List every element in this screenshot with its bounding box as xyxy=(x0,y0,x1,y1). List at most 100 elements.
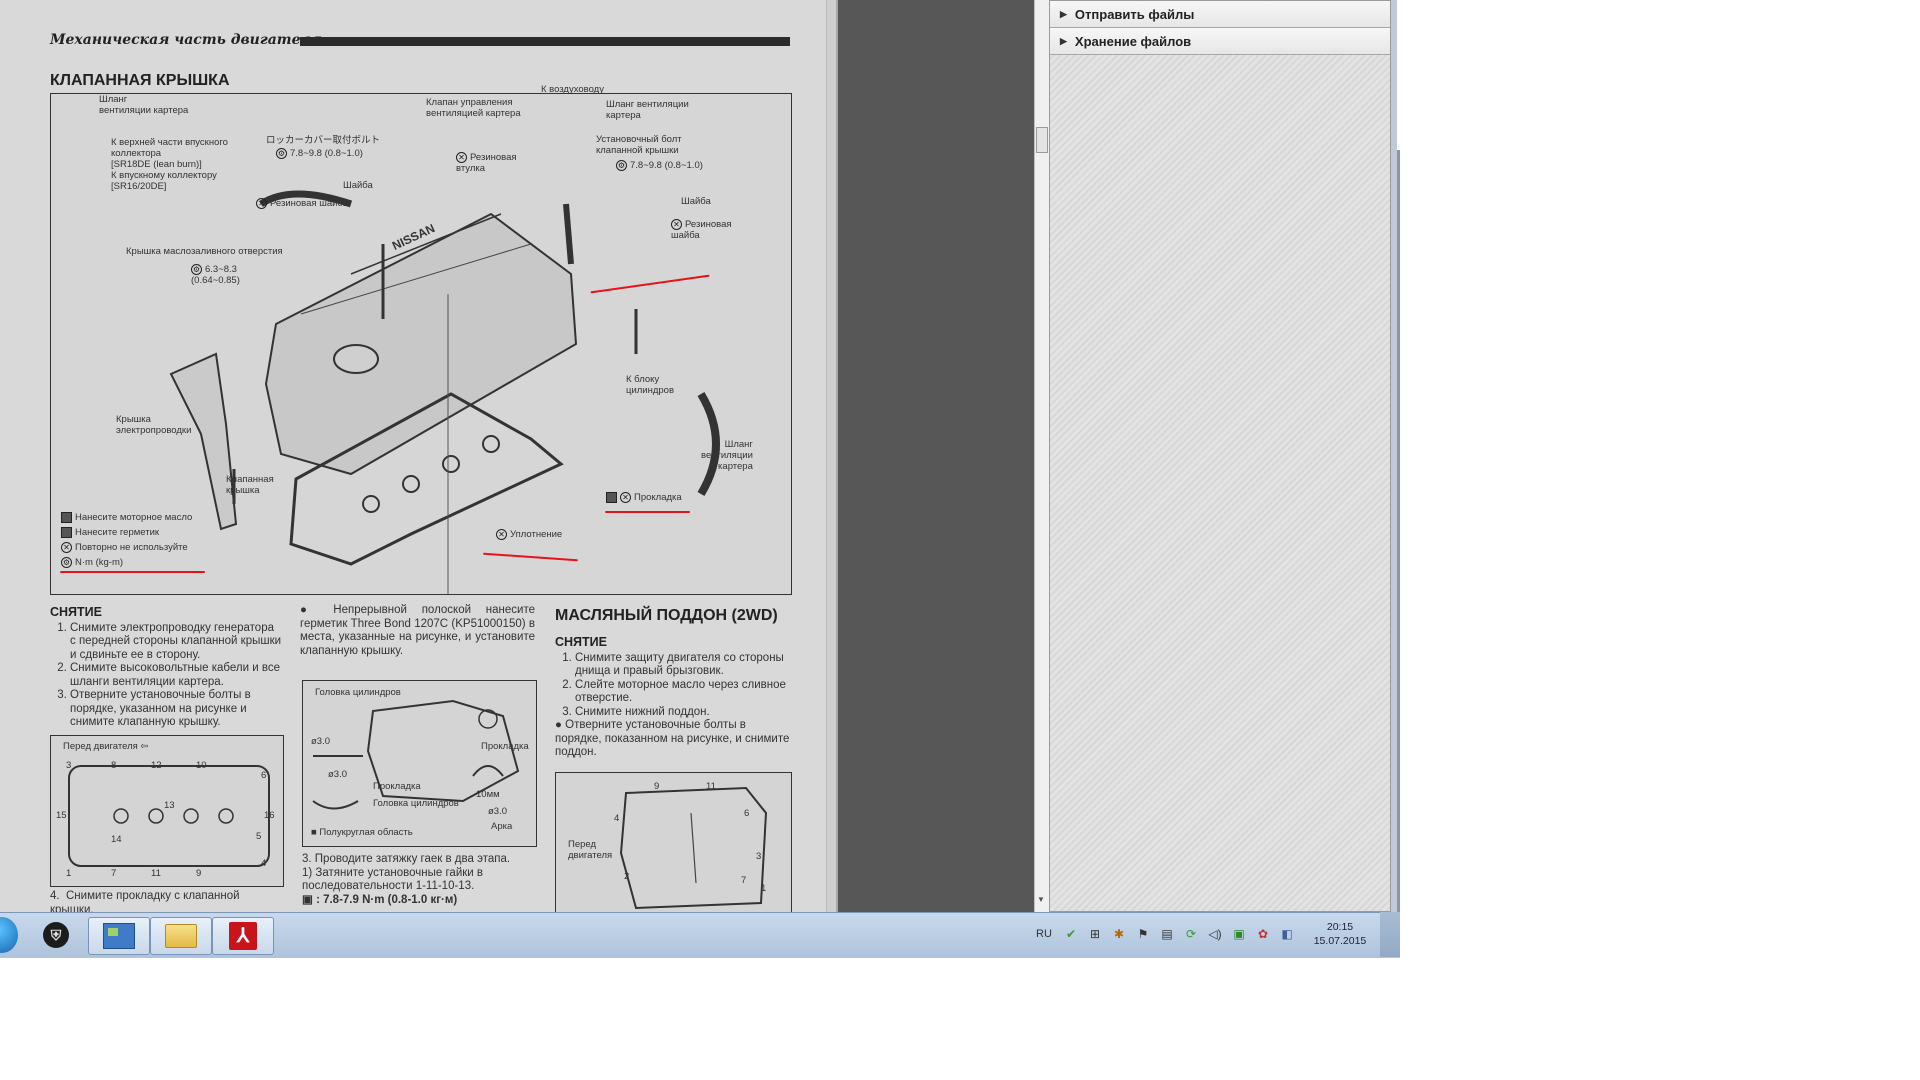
start-button[interactable] xyxy=(0,917,18,953)
bolt-order-diagram: Перед двигателя ⇦ 3 8 12 10 6 1 7 11 9 4… xyxy=(50,735,284,887)
flag-icon[interactable]: ⚑ xyxy=(1135,926,1151,942)
removal-step-4: 4. Снимите прокладку с клапанной крышки. xyxy=(50,890,240,912)
do-not-reuse-icon: ✕ xyxy=(496,529,507,540)
oil-pan-removal: СНЯТИЕ Снимите защиту двигателя со сторо… xyxy=(555,635,790,760)
scanned-document-page: Механическая часть двигателя КЛАПАННАЯ К… xyxy=(0,0,826,912)
taskbar-app-world-of-tanks[interactable]: ⛨ xyxy=(26,917,86,953)
viewer-background xyxy=(838,0,1034,912)
pan-bolt-number: 1 xyxy=(761,883,767,894)
bolt-order-drawing xyxy=(68,765,270,867)
expand-arrow-icon[interactable]: ▶ xyxy=(1060,9,1067,20)
red-underline-do-not-reuse xyxy=(60,571,205,573)
gpu-icon[interactable]: ▣ xyxy=(1231,926,1247,942)
label-arc: Арка xyxy=(491,821,513,832)
expand-arrow-icon[interactable]: ▶ xyxy=(1060,36,1067,47)
label-harness-cover: Крышка электропроводки xyxy=(116,414,192,436)
tools-icon[interactable]: ✱ xyxy=(1111,926,1127,942)
pan-bolt-number: 2 xyxy=(624,871,630,882)
taskbar-app-file-explorer[interactable] xyxy=(150,917,212,955)
legend-torque-units: ⚙ N·m (kg-m) xyxy=(61,557,124,569)
label-gasket-bottom: Прокладка xyxy=(373,781,421,792)
page-title: КЛАПАННАЯ КРЫШКА xyxy=(50,72,230,89)
pan-bolt-number: 3 xyxy=(756,851,762,862)
panel-item-send-files[interactable]: ▶ Отправить файлы xyxy=(1050,1,1390,28)
dim-c: ø3.0 xyxy=(488,806,508,817)
bolt-number: 4 xyxy=(261,858,267,869)
torque-icon: ⚙ xyxy=(61,557,72,568)
label-hose-top: Шланг вентиляции картера xyxy=(99,94,189,116)
tank-game-icon: ⛨ xyxy=(43,922,69,948)
bolt-number: 5 xyxy=(256,831,262,842)
valve-cover-diagram: Шланг вентиляции картера К верхней части… xyxy=(50,84,792,595)
red-underline-gasket xyxy=(605,511,690,513)
bolt-number: 15 xyxy=(56,810,67,821)
label-hose-right: Шланг вентиляции картера xyxy=(606,99,689,121)
label-gasket-right: Прокладка xyxy=(481,741,529,752)
torque-left: ⚙ 7.8~9.8 (0.8~1.0) xyxy=(276,148,363,160)
tightening-torque: ▣ : 7.8-7.9 N·m (0.8-1.0 кг·м) xyxy=(302,893,458,906)
sealant-diagram: Головка цилиндров Прокладка Прокладка Го… xyxy=(302,680,537,847)
torque-icon: ⚙ xyxy=(191,264,202,275)
pdf-icon: ⅄ xyxy=(229,922,257,950)
language-indicator[interactable]: RU xyxy=(1036,928,1052,940)
windows-icon[interactable]: ⊞ xyxy=(1087,926,1103,942)
bolt-number: 3 xyxy=(66,760,72,771)
pan-bolt-number: 4 xyxy=(614,813,620,824)
label-to-air-duct: К воздуховоду xyxy=(541,84,604,95)
label-rubber-washer-left: ✕ Резиновая шайба xyxy=(256,198,348,209)
clock-date: 15.07.2015 xyxy=(1313,935,1367,947)
label-rubber-washer-right: ✕ Резиновая шайба xyxy=(671,219,732,242)
label-mount-bolt: Установочный болт клапанной крышки xyxy=(596,134,682,156)
label-valve-cover: Клапанная крышка xyxy=(226,474,274,496)
taskbar-app-control-panel[interactable] xyxy=(88,917,150,955)
clock-time: 20:15 xyxy=(1326,921,1354,933)
bolt-number: 14 xyxy=(111,834,122,845)
do-not-reuse-icon: ✕ xyxy=(61,542,72,553)
oil-pan-title: МАСЛЯНЫЙ ПОДДОН (2WD) xyxy=(555,607,778,624)
sealant-icon xyxy=(61,527,72,538)
taskbar-app-adobe-reader[interactable]: ⅄ xyxy=(212,917,274,955)
label-oil-filler-cap: Крышка маслозаливного отверстия xyxy=(126,246,283,257)
oil-pan-bullet: ● Отверните установочные болты в порядке… xyxy=(555,719,790,758)
bolt-number: 6 xyxy=(261,770,267,781)
label-rubber-bushing: ✕ Резиновая втулка xyxy=(456,152,517,175)
torque-icon: ⚙ xyxy=(276,148,287,159)
bolt-number: 8 xyxy=(111,760,117,771)
scrollbar-thumb[interactable] xyxy=(1036,127,1048,153)
app-tray-icon[interactable]: ◧ xyxy=(1279,926,1295,942)
panel-item-label: Хранение файлов xyxy=(1074,33,1192,49)
torque-right: ⚙ 7.8~9.8 (0.8~1.0) xyxy=(616,160,703,172)
shield-icon[interactable]: ✔ xyxy=(1063,926,1079,942)
show-desktop-button[interactable] xyxy=(1380,912,1400,957)
network-icon[interactable]: ▤ xyxy=(1159,926,1175,942)
bolt-number: 16 xyxy=(264,810,275,821)
bolt-number: 7 xyxy=(111,868,117,879)
system-clock[interactable]: 20:15 15.07.2015 xyxy=(1310,920,1370,948)
header-bar xyxy=(300,37,790,46)
label-hose-bottom: Шланг вентиляции картера xyxy=(701,439,753,472)
pan-bolt-number: 11 xyxy=(706,781,716,792)
panel-item-file-storage[interactable]: ▶ Хранение файлов xyxy=(1050,28,1390,55)
removal-step: Отверните установочные болты в порядке, … xyxy=(70,689,282,730)
tightening-steps: 3. Проводите затяжку гаек в два этапа. 1… xyxy=(302,853,542,907)
volume-icon[interactable]: ◁) xyxy=(1207,926,1223,942)
scroll-down-arrow-icon[interactable]: ▼ xyxy=(1036,895,1046,907)
oil-pan-step: Снимите защиту двигателя со стороны днищ… xyxy=(575,652,790,679)
removal-step: Снимите высоковольтные кабели и все шлан… xyxy=(70,662,282,689)
tightening-step: 1) Затяните установочные гайки в последо… xyxy=(302,866,484,893)
do-not-reuse-icon: ✕ xyxy=(256,198,267,209)
file-tools-panel: ▶ Отправить файлы ▶ Хранение файлов xyxy=(1049,0,1391,912)
oil-pan-front-label: Перед двигателя xyxy=(568,839,613,861)
pan-bolt-number: 9 xyxy=(654,781,660,792)
bolt-number: 12 xyxy=(151,760,162,771)
oil-pan-diagram: Перед двигателя 9 11 4 6 3 2 7 1 xyxy=(555,772,792,912)
tightening-step: 3. Проводите затяжку гаек в два этапа. xyxy=(302,853,511,865)
label-washer-left: Шайба xyxy=(343,180,373,191)
legend-sealant: Нанесите герметик xyxy=(61,527,159,538)
oil-pan-step: Слейте моторное масло через сливное отве… xyxy=(575,679,790,706)
sync-icon[interactable]: ✿ xyxy=(1255,926,1271,942)
oil-pan-heading: СНЯТИЕ xyxy=(555,635,607,649)
update-icon[interactable]: ⟳ xyxy=(1183,926,1199,942)
oil-pan-step: Снимите нижний поддон. xyxy=(575,706,790,720)
torque-icon: ⚙ xyxy=(616,160,627,171)
